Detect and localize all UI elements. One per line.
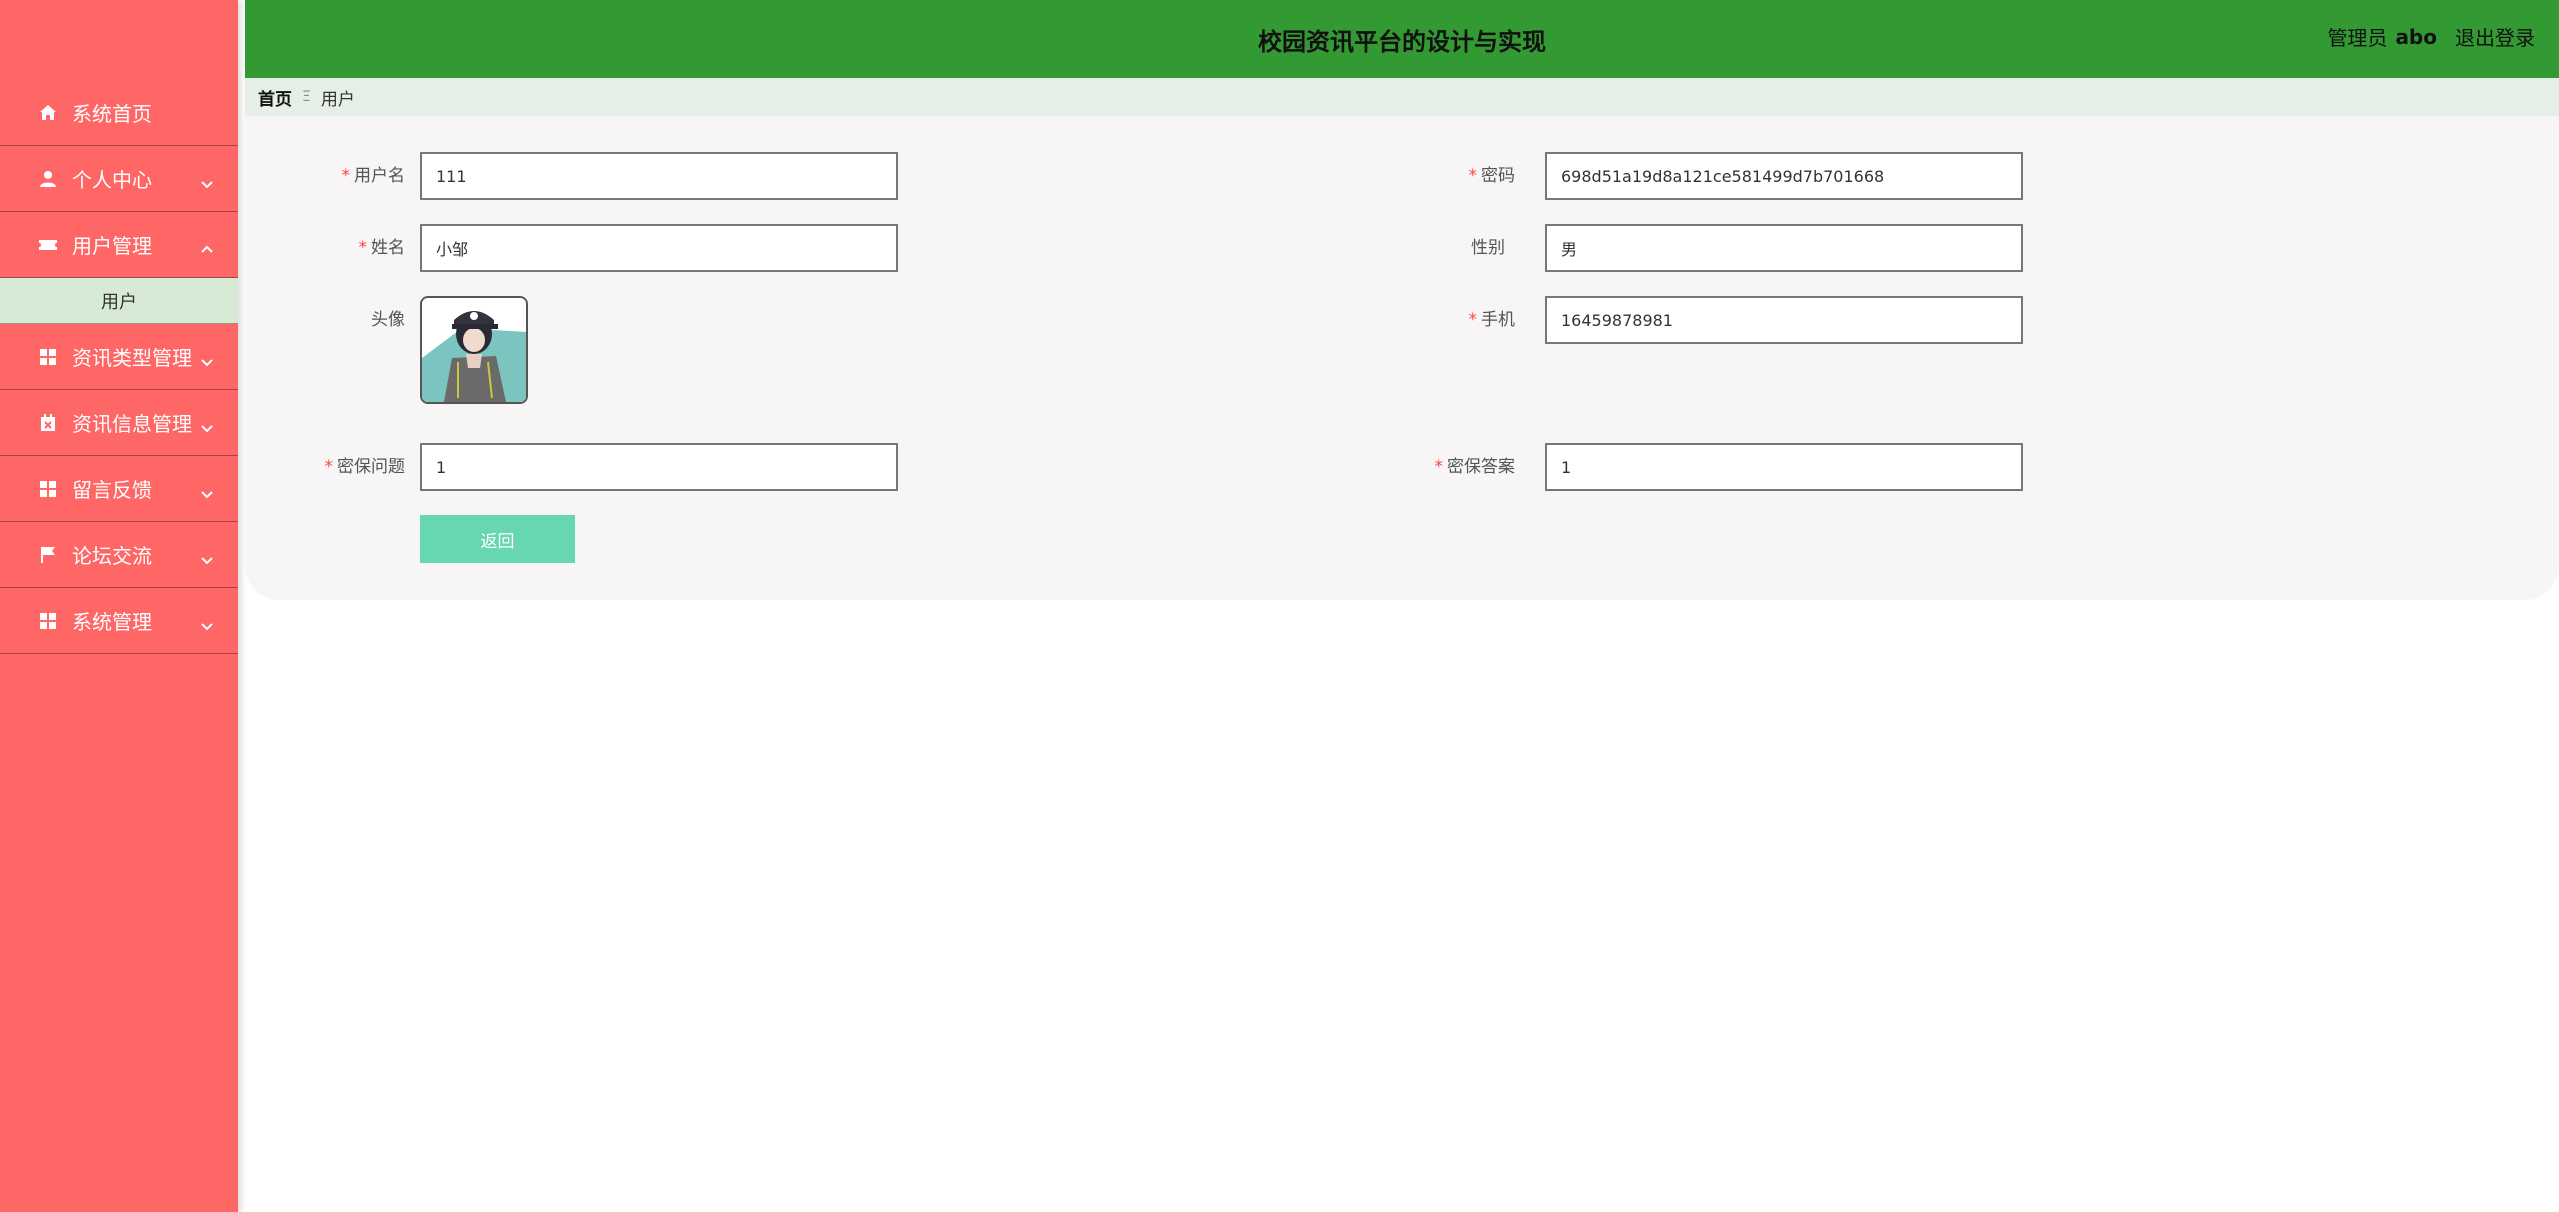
- username-field[interactable]: [420, 152, 898, 200]
- username-label: * 用户名: [341, 166, 406, 186]
- chevron-down-icon: [200, 482, 214, 498]
- grid-icon: [38, 479, 58, 499]
- avatar[interactable]: [420, 296, 528, 404]
- required-mark: *: [358, 238, 368, 258]
- chevron-down-icon: [200, 614, 214, 630]
- user-role: 管理员: [2327, 26, 2388, 50]
- phone-field[interactable]: [1545, 296, 2023, 344]
- sidebar-item-label: 论坛交流: [72, 544, 152, 568]
- password-field[interactable]: [1545, 152, 2023, 200]
- avatar-label: 头像: [371, 310, 405, 330]
- gender-label: 性别: [1471, 238, 1505, 258]
- breadcrumb: 首页 Ξ 用户: [245, 78, 2559, 116]
- sidebar-item-news-info-management[interactable]: 资讯信息管理: [0, 390, 238, 456]
- phone-label: * 手机: [1468, 310, 1516, 330]
- sidebar-subitem-user[interactable]: 用户: [0, 278, 238, 324]
- name-field[interactable]: [420, 224, 898, 272]
- sidebar-item-label: 资讯信息管理: [72, 412, 192, 436]
- sidebar-item-label: 系统管理: [72, 610, 152, 634]
- flag-icon: [38, 545, 58, 565]
- name-label: * 姓名: [358, 238, 406, 258]
- breadcrumb-separator: Ξ: [302, 89, 311, 105]
- sidebar-item-system-management[interactable]: 系统管理: [0, 588, 238, 654]
- back-button[interactable]: 返回: [420, 515, 575, 563]
- gender-field[interactable]: [1545, 224, 2023, 272]
- chevron-down-icon: [200, 416, 214, 432]
- sidebar-item-feedback[interactable]: 留言反馈: [0, 456, 238, 522]
- grid-icon: [38, 611, 58, 631]
- required-mark: *: [341, 166, 351, 186]
- sidebar-item-user-management[interactable]: 用户管理: [0, 212, 238, 278]
- person-icon: [38, 169, 58, 189]
- user-name: abo: [2395, 24, 2437, 49]
- sidebar-item-news-type-management[interactable]: 资讯类型管理: [0, 324, 238, 390]
- user-area: 管理员 abo 退出登录: [2327, 22, 2535, 51]
- sidebar-item-label: 资讯类型管理: [72, 346, 192, 370]
- sidebar-item-label: 留言反馈: [72, 478, 152, 502]
- password-label: * 密码: [1468, 166, 1516, 186]
- grid-icon: [38, 347, 58, 367]
- required-mark: *: [1434, 457, 1444, 477]
- avatar-image: [422, 298, 526, 402]
- sidebar: 系统首页 个人中心 用户管理 用户 资讯类型管理 资讯信息管理 留言反馈 论坛交…: [0, 0, 238, 1212]
- ticket-icon: [38, 235, 58, 255]
- chevron-up-icon: [200, 238, 214, 253]
- top-header: 校园资讯平台的设计与实现 管理员 abo 退出登录: [245, 0, 2559, 78]
- user-detail-form: *用户名 *密码 *姓名 性别 头像 *手机 *: [245, 116, 2559, 600]
- chevron-down-icon: [200, 172, 214, 188]
- sidebar-top-space: [0, 0, 238, 80]
- sidebar-item-home[interactable]: 系统首页: [0, 80, 238, 146]
- sidebar-item-label: 用户管理: [72, 234, 152, 258]
- chevron-down-icon: [200, 548, 214, 564]
- sidebar-item-label: 系统首页: [72, 102, 152, 126]
- security-question-field[interactable]: [420, 443, 898, 491]
- calendar-icon: [38, 413, 58, 433]
- home-icon: [38, 103, 58, 123]
- security-question-label: * 密保问题: [324, 457, 406, 477]
- required-mark: *: [1468, 310, 1478, 330]
- breadcrumb-current: 用户: [320, 89, 355, 110]
- app-title: 校园资讯平台的设计与实现: [1258, 27, 1546, 56]
- required-mark: *: [324, 457, 334, 477]
- sidebar-item-label: 个人中心: [72, 168, 152, 192]
- security-answer-field[interactable]: [1545, 443, 2023, 491]
- breadcrumb-home[interactable]: 首页: [258, 85, 292, 110]
- required-mark: *: [1468, 166, 1478, 186]
- chevron-down-icon: [200, 350, 214, 366]
- security-answer-label: * 密保答案: [1434, 457, 1516, 477]
- sidebar-item-personal-center[interactable]: 个人中心: [0, 146, 238, 212]
- sidebar-item-forum[interactable]: 论坛交流: [0, 522, 238, 588]
- logout-button[interactable]: 退出登录: [2455, 22, 2535, 51]
- sidebar-subitem-label: 用户: [101, 291, 137, 313]
